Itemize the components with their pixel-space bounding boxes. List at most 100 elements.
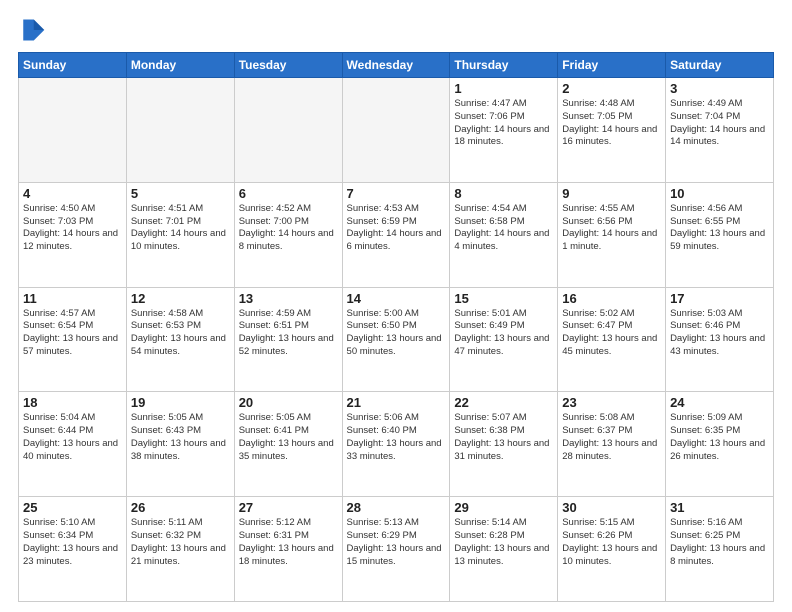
calendar-cell: 2 Sunrise: 4:48 AM Sunset: 7:05 PM Daylig… [558, 78, 666, 183]
day-info: Sunrise: 5:08 AM Sunset: 6:37 PM Dayligh… [562, 412, 661, 463]
day-info: Sunrise: 4:53 AM Sunset: 6:59 PM Dayligh… [347, 203, 446, 254]
calendar-cell: 7 Sunrise: 4:53 AM Sunset: 6:59 PM Daylig… [342, 182, 450, 287]
calendar-cell: 14 Sunrise: 5:00 AM Sunset: 6:50 PM Dayli… [342, 287, 450, 392]
day-info: Sunrise: 4:50 AM Sunset: 7:03 PM Dayligh… [23, 203, 122, 254]
calendar-cell: 11 Sunrise: 4:57 AM Sunset: 6:54 PM Dayli… [19, 287, 127, 392]
calendar-cell: 16 Sunrise: 5:02 AM Sunset: 6:47 PM Dayli… [558, 287, 666, 392]
day-info: Sunrise: 4:55 AM Sunset: 6:56 PM Dayligh… [562, 203, 661, 254]
calendar-cell: 5 Sunrise: 4:51 AM Sunset: 7:01 PM Daylig… [126, 182, 234, 287]
day-info: Sunrise: 4:58 AM Sunset: 6:53 PM Dayligh… [131, 308, 230, 359]
day-info: Sunrise: 5:10 AM Sunset: 6:34 PM Dayligh… [23, 517, 122, 568]
day-info: Sunrise: 4:47 AM Sunset: 7:06 PM Dayligh… [454, 98, 553, 149]
day-info: Sunrise: 5:04 AM Sunset: 6:44 PM Dayligh… [23, 412, 122, 463]
day-number: 19 [131, 395, 230, 410]
day-info: Sunrise: 4:54 AM Sunset: 6:58 PM Dayligh… [454, 203, 553, 254]
calendar-cell: 27 Sunrise: 5:12 AM Sunset: 6:31 PM Dayli… [234, 497, 342, 602]
day-number: 9 [562, 186, 661, 201]
calendar-cell: 28 Sunrise: 5:13 AM Sunset: 6:29 PM Dayli… [342, 497, 450, 602]
day-number: 13 [239, 291, 338, 306]
day-info: Sunrise: 5:01 AM Sunset: 6:49 PM Dayligh… [454, 308, 553, 359]
calendar-cell: 19 Sunrise: 5:05 AM Sunset: 6:43 PM Dayli… [126, 392, 234, 497]
day-info: Sunrise: 5:00 AM Sunset: 6:50 PM Dayligh… [347, 308, 446, 359]
day-info: Sunrise: 5:06 AM Sunset: 6:40 PM Dayligh… [347, 412, 446, 463]
day-number: 24 [670, 395, 769, 410]
calendar-cell: 26 Sunrise: 5:11 AM Sunset: 6:32 PM Dayli… [126, 497, 234, 602]
day-number: 8 [454, 186, 553, 201]
day-number: 3 [670, 81, 769, 96]
calendar-cell: 23 Sunrise: 5:08 AM Sunset: 6:37 PM Dayli… [558, 392, 666, 497]
day-number: 21 [347, 395, 446, 410]
calendar-cell: 4Sunrise: 4:50 AM Sunset: 7:03 PM Daylig… [19, 182, 127, 287]
weekday-header-sunday: Sunday [19, 53, 127, 78]
header [18, 16, 774, 44]
logo [18, 16, 50, 44]
day-number: 23 [562, 395, 661, 410]
day-info: Sunrise: 5:05 AM Sunset: 6:43 PM Dayligh… [131, 412, 230, 463]
day-info: Sunrise: 5:05 AM Sunset: 6:41 PM Dayligh… [239, 412, 338, 463]
day-info: Sunrise: 5:12 AM Sunset: 6:31 PM Dayligh… [239, 517, 338, 568]
day-info: Sunrise: 5:16 AM Sunset: 6:25 PM Dayligh… [670, 517, 769, 568]
day-number: 22 [454, 395, 553, 410]
day-info: Sunrise: 5:15 AM Sunset: 6:26 PM Dayligh… [562, 517, 661, 568]
week-row-3: 11 Sunrise: 4:57 AM Sunset: 6:54 PM Dayli… [19, 287, 774, 392]
day-info: Sunrise: 4:51 AM Sunset: 7:01 PM Dayligh… [131, 203, 230, 254]
day-number: 1 [454, 81, 553, 96]
week-row-4: 18 Sunrise: 5:04 AM Sunset: 6:44 PM Dayli… [19, 392, 774, 497]
weekday-header-monday: Monday [126, 53, 234, 78]
day-info: Sunrise: 5:02 AM Sunset: 6:47 PM Dayligh… [562, 308, 661, 359]
day-info: Sunrise: 4:59 AM Sunset: 6:51 PM Dayligh… [239, 308, 338, 359]
day-info: Sunrise: 5:13 AM Sunset: 6:29 PM Dayligh… [347, 517, 446, 568]
week-row-2: 4Sunrise: 4:50 AM Sunset: 7:03 PM Daylig… [19, 182, 774, 287]
day-number: 20 [239, 395, 338, 410]
calendar-cell: 9 Sunrise: 4:55 AM Sunset: 6:56 PM Daylig… [558, 182, 666, 287]
day-info: Sunrise: 4:56 AM Sunset: 6:55 PM Dayligh… [670, 203, 769, 254]
day-info: Sunrise: 5:09 AM Sunset: 6:35 PM Dayligh… [670, 412, 769, 463]
day-number: 10 [670, 186, 769, 201]
calendar-cell: 17Sunrise: 5:03 AM Sunset: 6:46 PM Dayli… [666, 287, 774, 392]
calendar-cell [19, 78, 127, 183]
day-number: 31 [670, 500, 769, 515]
day-info: Sunrise: 5:07 AM Sunset: 6:38 PM Dayligh… [454, 412, 553, 463]
day-number: 29 [454, 500, 553, 515]
day-info: Sunrise: 4:52 AM Sunset: 7:00 PM Dayligh… [239, 203, 338, 254]
calendar-cell [234, 78, 342, 183]
day-number: 11 [23, 291, 122, 306]
calendar-cell: 3 Sunrise: 4:49 AM Sunset: 7:04 PM Daylig… [666, 78, 774, 183]
day-number: 7 [347, 186, 446, 201]
day-number: 28 [347, 500, 446, 515]
calendar-cell: 24 Sunrise: 5:09 AM Sunset: 6:35 PM Dayli… [666, 392, 774, 497]
calendar-cell: 30 Sunrise: 5:15 AM Sunset: 6:26 PM Dayli… [558, 497, 666, 602]
calendar-cell: 25 Sunrise: 5:10 AM Sunset: 6:34 PM Dayli… [19, 497, 127, 602]
calendar-cell: 1 Sunrise: 4:47 AM Sunset: 7:06 PM Daylig… [450, 78, 558, 183]
weekday-header-saturday: Saturday [666, 53, 774, 78]
calendar-cell: 15Sunrise: 5:01 AM Sunset: 6:49 PM Dayli… [450, 287, 558, 392]
day-info: Sunrise: 4:48 AM Sunset: 7:05 PM Dayligh… [562, 98, 661, 149]
day-info: Sunrise: 5:14 AM Sunset: 6:28 PM Dayligh… [454, 517, 553, 568]
calendar-cell: 18 Sunrise: 5:04 AM Sunset: 6:44 PM Dayli… [19, 392, 127, 497]
weekday-header-row: SundayMondayTuesdayWednesdayThursdayFrid… [19, 53, 774, 78]
calendar-cell [342, 78, 450, 183]
day-number: 16 [562, 291, 661, 306]
calendar-cell: 10 Sunrise: 4:56 AM Sunset: 6:55 PM Dayli… [666, 182, 774, 287]
calendar-cell: 6 Sunrise: 4:52 AM Sunset: 7:00 PM Daylig… [234, 182, 342, 287]
weekday-header-friday: Friday [558, 53, 666, 78]
day-number: 25 [23, 500, 122, 515]
day-info: Sunrise: 5:03 AM Sunset: 6:46 PM Dayligh… [670, 308, 769, 359]
calendar-cell: 29 Sunrise: 5:14 AM Sunset: 6:28 PM Dayli… [450, 497, 558, 602]
calendar-cell: 12Sunrise: 4:58 AM Sunset: 6:53 PM Dayli… [126, 287, 234, 392]
calendar-cell: 22 Sunrise: 5:07 AM Sunset: 6:38 PM Dayli… [450, 392, 558, 497]
day-number: 27 [239, 500, 338, 515]
day-number: 30 [562, 500, 661, 515]
day-number: 14 [347, 291, 446, 306]
page: SundayMondayTuesdayWednesdayThursdayFrid… [0, 0, 792, 612]
day-number: 18 [23, 395, 122, 410]
day-number: 6 [239, 186, 338, 201]
day-number: 26 [131, 500, 230, 515]
calendar-cell: 21 Sunrise: 5:06 AM Sunset: 6:40 PM Dayli… [342, 392, 450, 497]
day-info: Sunrise: 5:11 AM Sunset: 6:32 PM Dayligh… [131, 517, 230, 568]
week-row-5: 25 Sunrise: 5:10 AM Sunset: 6:34 PM Dayli… [19, 497, 774, 602]
day-info: Sunrise: 4:57 AM Sunset: 6:54 PM Dayligh… [23, 308, 122, 359]
day-number: 2 [562, 81, 661, 96]
day-number: 5 [131, 186, 230, 201]
day-info: Sunrise: 4:49 AM Sunset: 7:04 PM Dayligh… [670, 98, 769, 149]
